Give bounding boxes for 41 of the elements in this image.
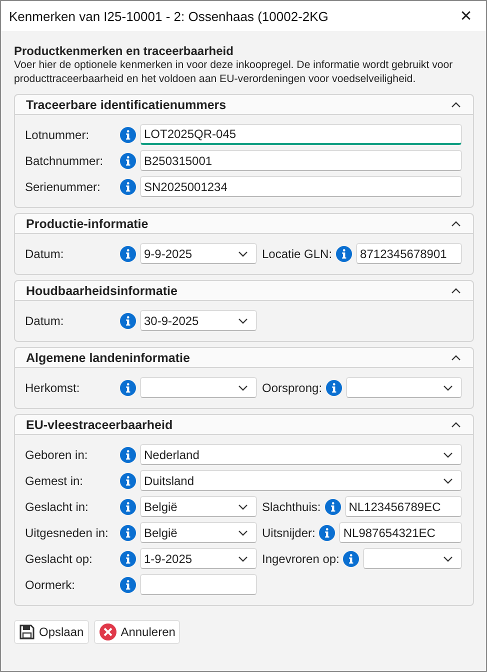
section-title: Algemene landeninformatie: [26, 350, 190, 364]
field-label: Geboren in:: [25, 448, 89, 462]
text-field[interactable]: SN2025001234: [140, 176, 462, 197]
field-label: Ingevroren op:: [262, 552, 340, 566]
text-field[interactable]: NL123456789EC: [344, 496, 462, 517]
section-title: Traceerbare identificatienummers: [26, 98, 226, 112]
intro-text: Voer hier de optionele kenmerken in voor deze inkoopregel. De informatie wordt gebruikt voor producttraceerbaarheid en het voldoen aan EU-verordeningen voor voedselveiligheid.: [14, 58, 454, 86]
field-label: Uitsnijder:: [262, 526, 316, 540]
cancel-button[interactable]: Annuleren: [94, 620, 180, 644]
dropdown-field[interactable]: 9-9-2025: [140, 243, 257, 264]
field-label: Geslacht op:: [25, 552, 94, 566]
field-label: Datum:: [25, 314, 65, 328]
text-field[interactable]: 8712345678901: [356, 243, 462, 264]
text-field[interactable]: NL987654321EC: [339, 522, 462, 543]
dropdown-field[interactable]: 30-9-2025: [140, 310, 257, 331]
field-label: Slachthuis:: [262, 500, 321, 514]
save-button[interactable]: Opslaan: [14, 620, 89, 644]
field-label: Datum:: [25, 246, 65, 260]
field-label: Oormerk:: [25, 578, 76, 592]
dropdown-field[interactable]: België: [140, 522, 257, 543]
field-label: Geslacht in:: [25, 500, 90, 514]
field-label: Uitgesneden in:: [25, 526, 110, 540]
field-label: Lotnummer:: [25, 128, 90, 142]
dropdown-field[interactable]: Duitsland: [140, 470, 462, 491]
field-label: Serienummer:: [25, 180, 102, 194]
close-button[interactable]: ✕: [446, 1, 486, 31]
section-title: Houdbaarheidsinformatie: [26, 284, 178, 298]
dropdown-field[interactable]: België: [140, 496, 257, 517]
field-label: Herkomst:: [25, 380, 81, 394]
text-field[interactable]: LOT2025QR-045: [140, 124, 462, 145]
intro-heading: Productkenmerken en traceerbaarheid: [14, 44, 234, 58]
text-field[interactable]: B250315001: [140, 150, 462, 171]
section-title: EU-vleestraceerbaarheid: [26, 418, 173, 432]
window-title: Kenmerken van I25-10001 - 2: Ossenhaas (10002-2KG: [9, 8, 328, 24]
field-label: Gemest in:: [25, 474, 84, 488]
field-label: Locatie GLN:: [262, 246, 332, 260]
field-label: Batchnummer:: [25, 154, 104, 168]
section-title: Productie-informatie: [26, 216, 148, 230]
dropdown-field[interactable]: Nederland: [140, 444, 462, 465]
dropdown-field[interactable]: 1-9-2025: [140, 548, 257, 569]
field-label: Oorsprong:: [262, 380, 322, 394]
